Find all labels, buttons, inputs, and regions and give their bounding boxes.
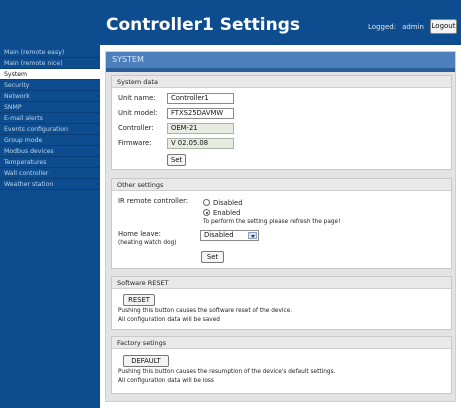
sidebar-item-network[interactable]: Network bbox=[0, 91, 100, 102]
software-reset-panel: Software RESET RESET Pushing this button… bbox=[111, 276, 452, 330]
top-bar: Controller1 Settings Logged: admin Logout bbox=[0, 0, 461, 45]
factory-settings-panel: Factory setings DEFAULT Pushing this but… bbox=[111, 336, 452, 394]
username: admin bbox=[402, 23, 424, 31]
controller-field: OEM-21 bbox=[167, 123, 234, 134]
other-settings-title: Other settings bbox=[112, 179, 451, 191]
login-status: Logged: admin bbox=[368, 23, 424, 31]
unit-name-label: Unit name: bbox=[118, 94, 156, 102]
reset-description-line1: Pushing this button causes the software … bbox=[118, 308, 293, 314]
sidebar-item-security[interactable]: Security bbox=[0, 80, 100, 91]
sidebar-item-modbus-devices[interactable]: Modbus devices bbox=[0, 146, 100, 157]
factory-description-line2: All configuration data will be loss bbox=[118, 378, 214, 384]
ir-disabled-label: Disabled bbox=[213, 199, 243, 207]
firmware-field: V 02.05.08 bbox=[167, 138, 234, 149]
section-title: SYSTEM bbox=[106, 52, 455, 72]
logged-label: Logged: bbox=[368, 23, 397, 31]
home-leave-label: Home leave: bbox=[118, 230, 161, 238]
sidebar-item-events-configuration[interactable]: Events configuration bbox=[0, 124, 100, 135]
page-title: Controller1 Settings bbox=[106, 15, 301, 35]
sidebar-item-wall-controller[interactable]: Wall controller bbox=[0, 168, 100, 179]
firmware-label: Firmware: bbox=[118, 139, 152, 147]
unit-name-input[interactable]: Controller1 bbox=[167, 93, 234, 104]
reset-description-line2: All configuration data will be saved bbox=[118, 317, 220, 323]
software-reset-title: Software RESET bbox=[112, 277, 451, 289]
refresh-note: To perform the setting please refresh th… bbox=[203, 219, 341, 225]
sidebar-item-snmp[interactable]: SNMP bbox=[0, 102, 100, 113]
system-set-button[interactable]: Set bbox=[167, 154, 186, 166]
ir-disabled-radio[interactable] bbox=[203, 199, 210, 206]
ir-remote-label: IR remote controller: bbox=[118, 197, 189, 205]
unit-model-input[interactable]: FTXS25DAVMW bbox=[167, 108, 234, 119]
reset-button[interactable]: RESET bbox=[123, 294, 155, 306]
ir-enabled-label: Enabled bbox=[213, 209, 241, 217]
logout-button[interactable]: Logout bbox=[430, 19, 457, 34]
sidebar-item-system[interactable]: System bbox=[0, 69, 100, 80]
home-leave-selected-value: Disabled bbox=[204, 231, 234, 239]
sidebar: Main (remote easy) Main (remote nice) Sy… bbox=[0, 45, 100, 408]
other-settings-panel: Other settings IR remote controller: Dis… bbox=[111, 178, 452, 269]
default-button[interactable]: DEFAULT bbox=[123, 355, 169, 367]
sidebar-item-main-remote-easy[interactable]: Main (remote easy) bbox=[0, 47, 100, 58]
sidebar-item-group-mode[interactable]: Group mode bbox=[0, 135, 100, 146]
sidebar-item-email-alerts[interactable]: E-mail alerts bbox=[0, 113, 100, 124]
factory-settings-title: Factory setings bbox=[112, 337, 451, 349]
controller-label: Controller: bbox=[118, 124, 154, 132]
system-data-title: System data bbox=[112, 76, 451, 88]
ir-enabled-radio[interactable] bbox=[203, 209, 210, 216]
unit-model-label: Unit model: bbox=[118, 109, 158, 117]
other-set-button[interactable]: Set bbox=[201, 251, 224, 263]
sidebar-item-temperatures[interactable]: Temperatures bbox=[0, 157, 100, 168]
home-leave-select[interactable]: Disabled bbox=[200, 230, 259, 241]
sidebar-item-weather-station[interactable]: Weather station bbox=[0, 179, 100, 190]
home-leave-sublabel: (heating watch dog) bbox=[118, 240, 177, 246]
sidebar-item-main-remote-nice[interactable]: Main (remote nice) bbox=[0, 58, 100, 69]
chevron-down-icon bbox=[248, 232, 257, 239]
system-data-panel: System data Unit name: Controller1 Unit … bbox=[111, 75, 452, 170]
factory-description-line1: Pushing this button causes the resumptio… bbox=[118, 369, 336, 375]
main-content: SYSTEM System data Unit name: Controller… bbox=[105, 51, 456, 402]
